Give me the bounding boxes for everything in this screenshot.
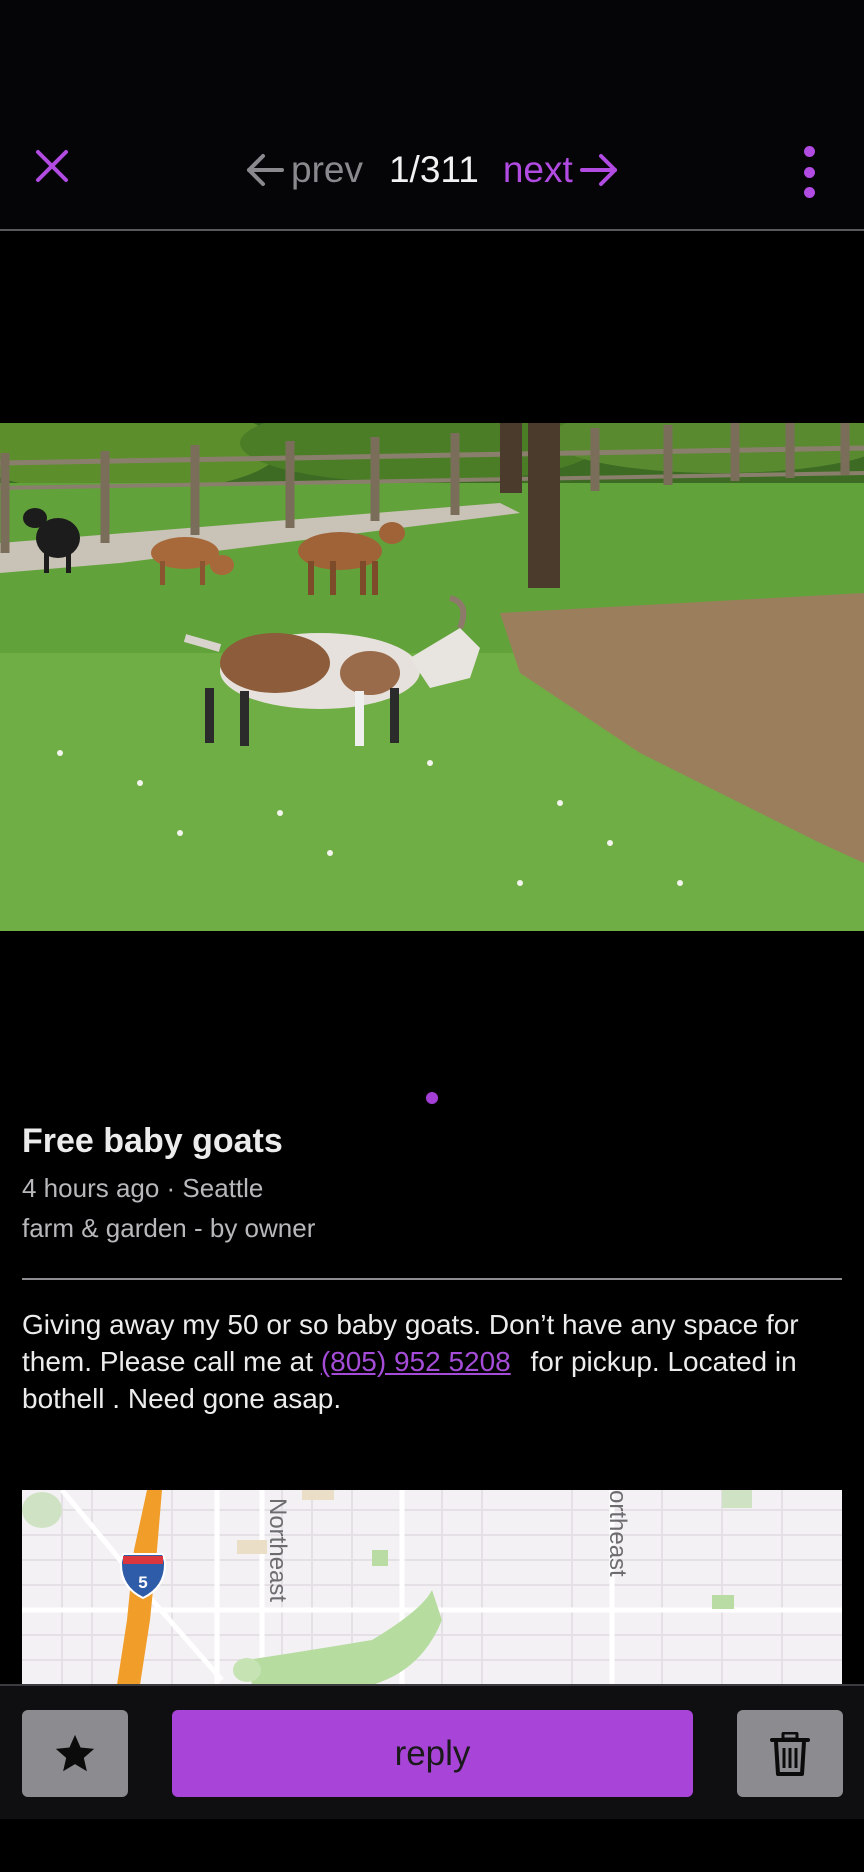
- favorite-button[interactable]: [22, 1710, 128, 1797]
- reply-button[interactable]: reply: [172, 1710, 693, 1797]
- bottom-action-bar: reply: [0, 1684, 864, 1819]
- location-map[interactable]: 5 Northeast ortheast: [22, 1490, 842, 1685]
- prev-button[interactable]: prev: [245, 149, 363, 191]
- prev-label: prev: [291, 149, 363, 190]
- close-icon: [36, 150, 68, 182]
- section-divider: [22, 1278, 842, 1280]
- more-options-button[interactable]: [794, 144, 824, 200]
- top-nav-bar: prev 1/311 next: [0, 0, 864, 231]
- phone-link[interactable]: (805) 952 5208: [321, 1346, 511, 1377]
- trash-icon: [770, 1731, 810, 1776]
- star-icon: [55, 1734, 95, 1771]
- listing-title: Free baby goats: [22, 1122, 283, 1160]
- next-label: next: [502, 149, 573, 190]
- listing-counter: 1/311: [388, 149, 479, 190]
- map-highway-label: 5: [138, 1573, 147, 1592]
- map-street-label-2: ortheast: [604, 1490, 631, 1577]
- reply-label: reply: [394, 1733, 471, 1773]
- arrow-left-icon: [247, 154, 284, 186]
- map-image: 5 Northeast ortheast: [22, 1490, 842, 1685]
- goats-photo-image: [0, 423, 864, 931]
- listing-category: farm & garden - by owner: [22, 1213, 316, 1243]
- close-button[interactable]: [28, 142, 76, 190]
- delete-button[interactable]: [737, 1710, 843, 1797]
- listing-time-location: 4 hours ago · Seattle: [22, 1173, 264, 1203]
- more-vert-icon: [803, 146, 815, 157]
- map-street-label-1: Northeast: [264, 1498, 291, 1602]
- arrow-right-icon: [579, 154, 617, 186]
- listing-photo[interactable]: [0, 423, 864, 931]
- listing-pager: prev 1/311 next: [245, 140, 619, 200]
- next-button[interactable]: next: [503, 149, 619, 191]
- photo-page-indicator: [426, 1092, 438, 1104]
- listing-description: Giving away my 50 or so baby goats. Don’…: [22, 1306, 852, 1417]
